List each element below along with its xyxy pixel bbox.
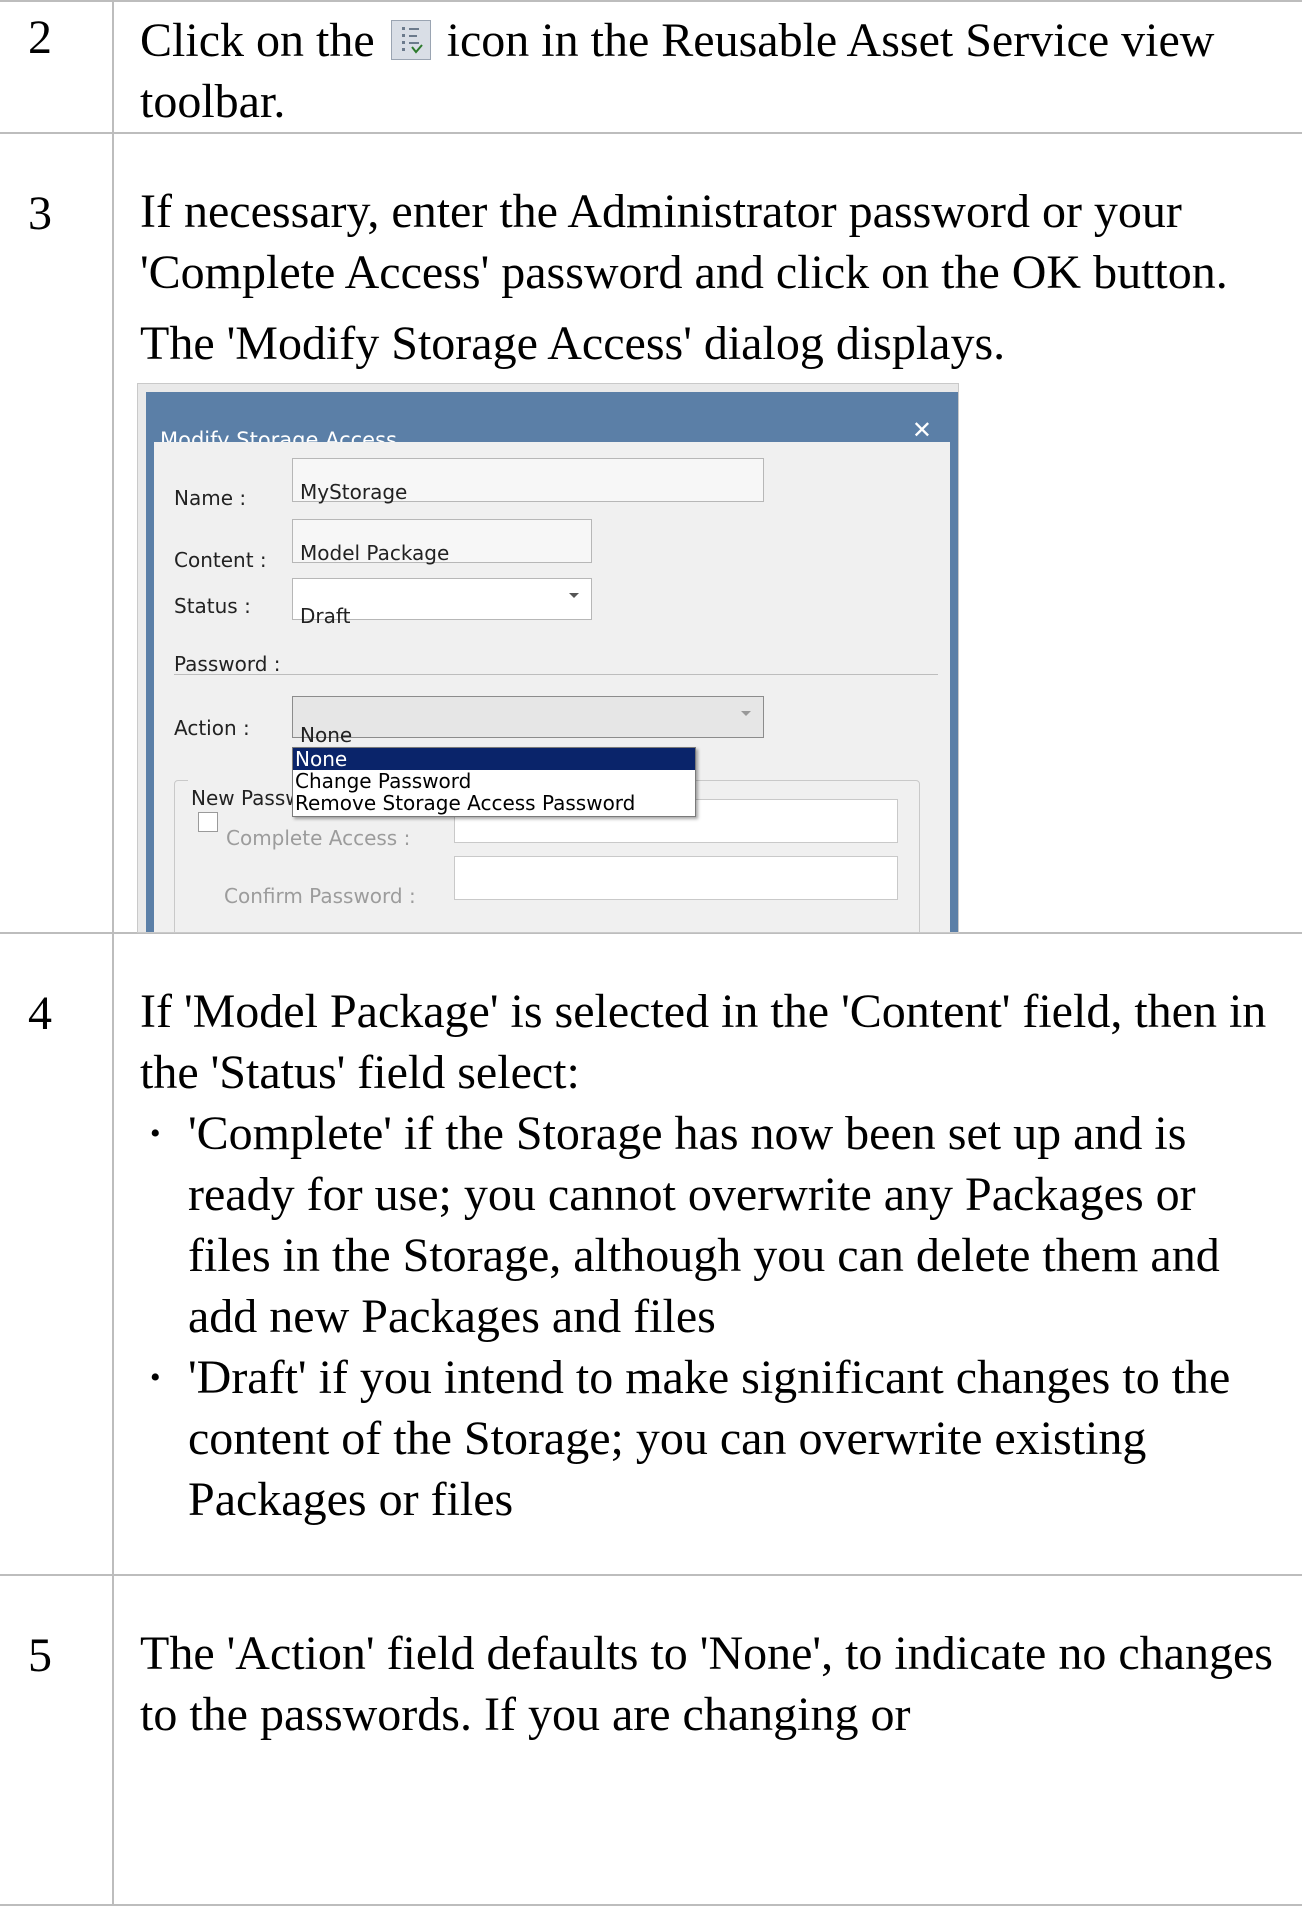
dialog-body: Name : MyStorage Content : Model Package…	[154, 442, 950, 932]
step-3-paragraph-2: The 'Modify Storage Access' dialog displ…	[140, 317, 1006, 370]
action-select-value: None	[300, 723, 353, 747]
step-number-cell: 3	[0, 132, 114, 934]
confirm-password-label: Confirm Password :	[224, 884, 416, 908]
step-number: 4	[28, 987, 52, 1040]
dropdown-option-none[interactable]: None	[293, 748, 695, 770]
dialog-screenshot: Modify Storage Access ✕ Name : MyStorage…	[138, 384, 958, 932]
step-body-cell: Click on the icon in the Reusable Asset …	[113, 0, 1302, 134]
step-body: If 'Model Package' is selected in the 'C…	[114, 934, 1302, 1530]
dropdown-option-change-password[interactable]: Change Password	[293, 770, 695, 792]
content-field[interactable]: Model Package	[292, 519, 592, 565]
divider	[174, 674, 938, 675]
step-row-2: 2 Click on the icon in the Reusable Asse…	[0, 0, 1302, 134]
step-row-4: 4 If 'Model Package' is selected in the …	[0, 932, 1302, 1576]
status-options-list: 'Complete' if the Storage has now been s…	[140, 1103, 1284, 1530]
action-label: Action :	[174, 716, 250, 740]
chevron-down-icon	[569, 593, 579, 598]
step-3-paragraph-1: If necessary, enter the Administrator pa…	[140, 185, 1228, 299]
step-4-intro: If 'Model Package' is selected in the 'C…	[140, 985, 1267, 1099]
status-select[interactable]: Draft	[292, 578, 592, 628]
step-body-cell: If necessary, enter the Administrator pa…	[113, 132, 1302, 934]
step-body-cell: If 'Model Package' is selected in the 'C…	[113, 932, 1302, 1576]
steps-table: 2 Click on the icon in the Reusable Asse…	[0, 0, 1302, 1906]
step-2-text-before: Click on the	[140, 14, 375, 67]
step-body: The 'Action' field defaults to 'None', t…	[114, 1576, 1302, 1745]
list-item: 'Complete' if the Storage has now been s…	[140, 1103, 1284, 1347]
modify-storage-access-dialog: Modify Storage Access ✕ Name : MyStorage…	[146, 392, 958, 932]
step-body-cell: The 'Action' field defaults to 'None', t…	[113, 1574, 1302, 1906]
dropdown-option-remove-password[interactable]: Remove Storage Access Password	[293, 792, 695, 814]
step-number-cell: 2	[0, 0, 114, 134]
step-2-text: Click on the icon in the Reusable Asset …	[140, 10, 1284, 132]
step-number-cell: 4	[0, 932, 114, 1576]
complete-access-label: Complete Access :	[226, 826, 411, 850]
status-select-value: Draft	[300, 604, 351, 628]
step-5-text: The 'Action' field defaults to 'None', t…	[140, 1627, 1273, 1741]
step-body: Click on the icon in the Reusable Asset …	[114, 2, 1302, 132]
complete-access-checkbox[interactable]	[198, 812, 218, 832]
name-field[interactable]: MyStorage	[292, 458, 764, 504]
action-select[interactable]: None	[292, 696, 764, 747]
step-number: 3	[28, 187, 52, 240]
step-number: 5	[28, 1629, 52, 1682]
list-item: 'Draft' if you intend to make significan…	[140, 1347, 1284, 1530]
step-row-3: 3 If necessary, enter the Administrator …	[0, 132, 1302, 934]
name-label: Name :	[174, 486, 247, 510]
step-number: 2	[28, 11, 52, 64]
storage-access-toolbar-icon	[390, 20, 431, 60]
step-number-cell: 5	[0, 1574, 114, 1906]
step-body: If necessary, enter the Administrator pa…	[114, 134, 1302, 932]
action-dropdown-list: None Change Password Remove Storage Acce…	[292, 747, 696, 817]
chevron-down-icon	[741, 711, 751, 716]
status-label: Status :	[174, 594, 251, 618]
password-label: Password :	[174, 652, 281, 676]
step-row-5: 5 The 'Action' field defaults to 'None',…	[0, 1574, 1302, 1906]
confirm-password-field[interactable]	[454, 856, 898, 900]
